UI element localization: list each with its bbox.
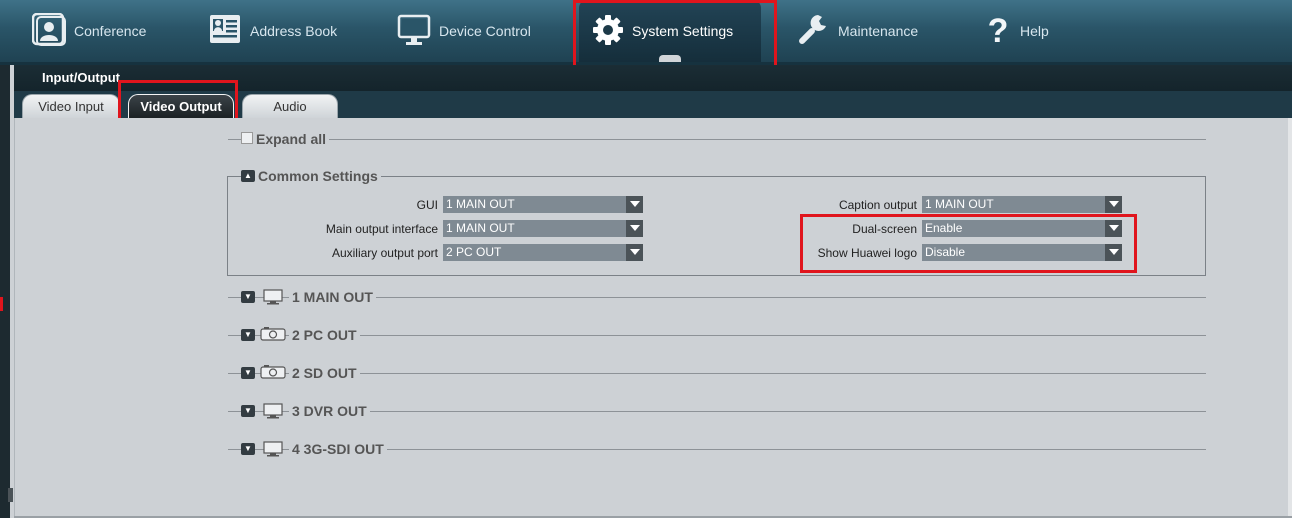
output-2-sd-out-label: 2 SD OUT — [289, 365, 360, 381]
nav-conference[interactable]: Conference — [31, 0, 147, 62]
chevron-down-icon[interactable] — [1105, 220, 1122, 237]
output-2-pc-out-label: 2 PC OUT — [289, 327, 360, 343]
tab-video-output[interactable]: Video Output — [128, 94, 234, 118]
expand-all-checkbox[interactable] — [241, 132, 253, 144]
caption-output-select[interactable]: 1 MAIN OUT — [922, 196, 1122, 213]
tab-bar: Video Input Video Output Audio — [14, 91, 1292, 118]
section-title: Input/Output — [42, 70, 120, 85]
tab-video-input[interactable]: Video Input — [22, 94, 120, 118]
conference-icon — [31, 12, 66, 50]
tab-audio[interactable]: Audio — [242, 94, 338, 118]
output-divider — [228, 335, 1206, 336]
expand-all-divider — [228, 139, 1206, 140]
top-navigation: Conference Address Book Device Control S… — [0, 0, 1292, 65]
dual-screen-select[interactable]: Enable — [922, 220, 1122, 237]
nav-system-settings-label: System Settings — [632, 23, 734, 39]
monitor-icon — [263, 289, 283, 310]
chevron-down-icon[interactable] — [1105, 196, 1122, 213]
output-4-3g-sdi-out-label: 4 3G-SDI OUT — [289, 441, 387, 457]
chevron-down-icon[interactable] — [1105, 244, 1122, 261]
vertical-scrollbar[interactable] — [1288, 118, 1292, 518]
expand-4-3g-sdi-out-button[interactable]: ▼ — [241, 443, 255, 455]
auxiliary-output-port-label: Auxiliary output port — [331, 246, 438, 260]
nav-help-label: Help — [1020, 23, 1049, 39]
section-header: Input/Output — [14, 65, 1292, 91]
caption-output-value: 1 MAIN OUT — [925, 197, 994, 211]
dual-screen-label: Dual-screen — [852, 222, 917, 236]
show-huawei-logo-value: Disable — [925, 245, 966, 259]
expand-2-pc-out-button[interactable]: ▼ — [241, 329, 255, 341]
auxiliary-output-port-select[interactable]: 2 PC OUT — [443, 244, 643, 261]
expand-2-sd-out-button[interactable]: ▼ — [241, 367, 255, 379]
address-book-icon — [208, 13, 242, 50]
expand-3-dvr-out-button[interactable]: ▼ — [241, 405, 255, 417]
nav-address-book[interactable]: Address Book — [208, 0, 337, 62]
gui-label: GUI — [416, 198, 438, 212]
monitor-icon — [397, 13, 431, 50]
active-tab-indicator — [659, 55, 681, 62]
nav-address-book-label: Address Book — [250, 23, 338, 39]
resize-handle[interactable] — [8, 488, 13, 502]
output-divider — [228, 373, 1206, 374]
nav-help[interactable]: ? Help — [984, 0, 1049, 62]
output-1-main-out-label: 1 MAIN OUT — [289, 289, 376, 305]
output-3-dvr-out-label: 3 DVR OUT — [289, 403, 370, 419]
output-divider — [228, 411, 1206, 412]
main-output-interface-select[interactable]: 1 MAIN OUT — [443, 220, 643, 237]
nav-conference-label: Conference — [74, 23, 147, 39]
sidebar-marker — [0, 297, 3, 311]
monitor-icon — [263, 441, 283, 462]
main-output-interface-label: Main output interface — [325, 222, 438, 236]
expand-all-label[interactable]: Expand all — [253, 131, 330, 147]
chevron-down-icon[interactable] — [626, 244, 643, 261]
projector-icon — [260, 365, 286, 384]
common-settings-title: Common Settings — [255, 168, 381, 184]
wrench-icon — [796, 13, 830, 50]
nav-system-settings[interactable]: System Settings — [579, 0, 761, 62]
nav-device-control[interactable]: Device Control — [397, 0, 531, 62]
chevron-down-icon[interactable] — [626, 220, 643, 237]
monitor-icon — [263, 403, 283, 424]
gui-value: 1 MAIN OUT — [446, 197, 515, 211]
caption-output-label: Caption output — [838, 198, 917, 212]
show-huawei-logo-select[interactable]: Disable — [922, 244, 1122, 261]
expand-1-main-out-button[interactable]: ▼ — [241, 291, 255, 303]
nav-device-control-label: Device Control — [439, 23, 531, 39]
common-settings-collapse-button[interactable]: ▲ — [241, 170, 255, 182]
gui-select[interactable]: 1 MAIN OUT — [443, 196, 643, 213]
chevron-down-icon[interactable] — [626, 196, 643, 213]
main-output-interface-value: 1 MAIN OUT — [446, 221, 515, 235]
question-icon: ? — [987, 11, 1009, 50]
left-sidebar-collapsed — [0, 65, 10, 518]
auxiliary-output-port-value: 2 PC OUT — [446, 245, 502, 259]
nav-maintenance[interactable]: Maintenance — [796, 0, 918, 62]
projector-icon — [260, 327, 286, 346]
dual-screen-value: Enable — [925, 221, 963, 235]
show-huawei-logo-label: Show Huawei logo — [817, 246, 917, 260]
nav-maintenance-label: Maintenance — [838, 23, 919, 39]
gear-icon — [592, 14, 624, 49]
